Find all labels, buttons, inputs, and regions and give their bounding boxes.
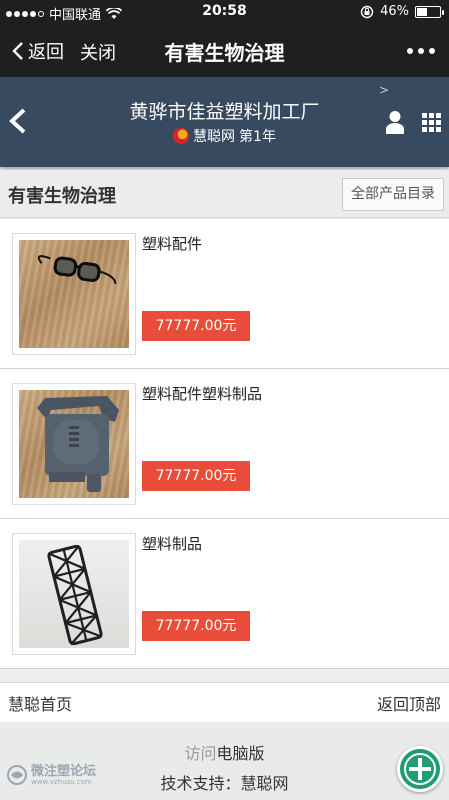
plus-icon — [404, 753, 436, 785]
battery-icon — [415, 5, 444, 18]
glasses-photo — [19, 240, 129, 348]
platform-name: 慧聪网 — [193, 129, 236, 145]
product-name[interactable]: 塑料配件 — [142, 233, 202, 254]
watermark-text: 微注塑论坛 — [31, 763, 97, 779]
footer: 访问电脑版 技术支持：慧聪网 微注塑论坛 www.vzhusu.com — [0, 722, 449, 800]
all-products-catalog-button[interactable]: 全部产品目录 — [342, 178, 444, 211]
product-item[interactable]: 塑料制品 77777.00元 — [0, 519, 449, 669]
section-title: 有害生物治理 — [8, 186, 116, 207]
product-price: 77777.00元 — [142, 461, 250, 491]
shop-header: > 黄骅市佳益塑料加工厂 慧聪网 第1年 — [0, 77, 449, 167]
pc-version-line: 访问电脑版 — [0, 740, 449, 764]
battery-percent: 46% — [380, 4, 409, 19]
watermark-url: www.vzhusu.com — [31, 777, 92, 786]
product-thumbnail[interactable] — [12, 533, 136, 655]
product-item[interactable]: 塑料配件 77777.00元 — [0, 219, 449, 369]
corner-mark: > — [378, 83, 389, 97]
status-bar: 中国联通 20:58 46% — [0, 0, 449, 24]
user-icon[interactable] — [385, 110, 405, 138]
add-floating-button[interactable] — [397, 746, 443, 792]
product-price: 77777.00元 — [142, 611, 250, 641]
product-list: 塑料配件 77777.00元 塑料配件塑料制品 77777.00元 塑料制品 7… — [0, 219, 449, 669]
menu-grid-icon[interactable] — [422, 113, 441, 132]
forum-watermark: 微注塑论坛 www.vzhusu.com — [6, 764, 96, 786]
rotation-lock-icon — [360, 5, 374, 18]
product-thumbnail[interactable] — [12, 383, 136, 505]
hc360-logo-icon — [173, 128, 190, 144]
membership-years: 第1年 — [239, 129, 276, 145]
more-options-icon[interactable] — [407, 48, 435, 54]
product-item[interactable]: 塑料配件塑料制品 77777.00元 — [0, 369, 449, 519]
visit-prefix: 访问 — [184, 744, 217, 763]
wechat-nav-bar: 返回 关闭 有害生物治理 — [0, 24, 449, 77]
product-thumbnail[interactable] — [12, 233, 136, 355]
hc360-home-link[interactable]: 慧聪首页 — [8, 691, 72, 715]
section-header: 有害生物治理 全部产品目录 — [0, 170, 449, 218]
product-price: 77777.00元 — [142, 311, 250, 341]
back-to-top-link[interactable]: 返回顶部 — [377, 691, 441, 715]
forum-logo-icon — [7, 765, 27, 785]
footer-nav: 慧聪首页 返回顶部 — [0, 682, 449, 722]
company-name: 黄骅市佳益塑料加工厂 — [129, 101, 320, 123]
platform-line: 慧聪网 第1年 — [0, 126, 449, 146]
page-title: 有害生物治理 — [164, 41, 285, 65]
plastic-housing-photo — [19, 390, 129, 498]
pc-version-link[interactable]: 电脑版 — [217, 744, 265, 763]
lattice-tube-photo — [19, 540, 129, 648]
product-name[interactable]: 塑料制品 — [142, 533, 202, 554]
product-name[interactable]: 塑料配件塑料制品 — [142, 383, 262, 404]
